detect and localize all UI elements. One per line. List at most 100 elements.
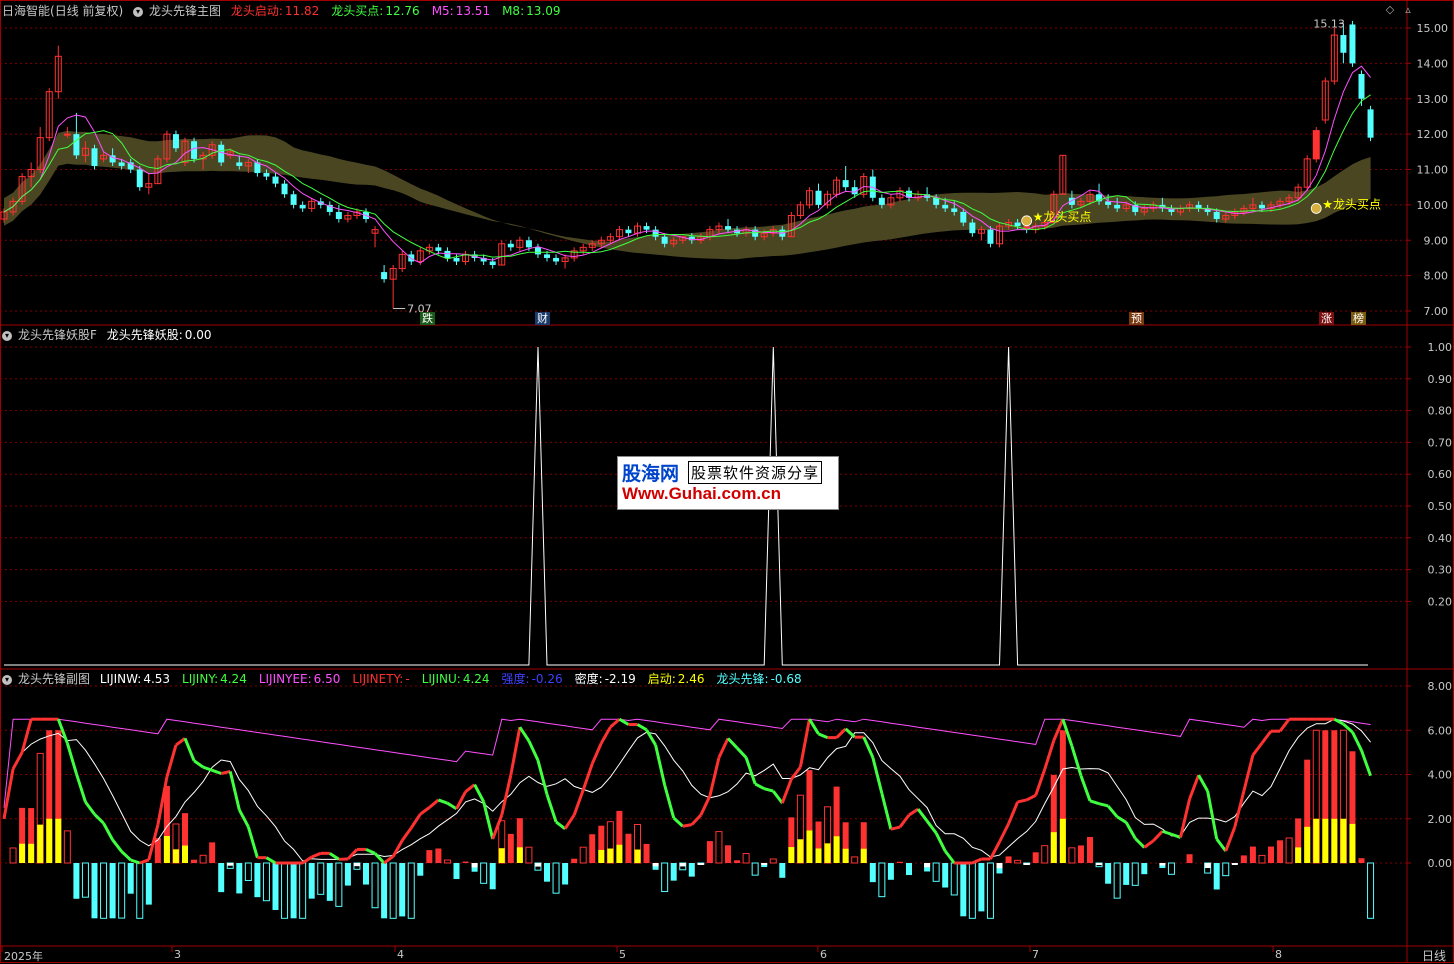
histogram-bar-yellow: [499, 848, 505, 863]
histogram-bar: [1033, 852, 1039, 863]
candle-body: [508, 244, 514, 248]
chart-stage[interactable]: 15.0014.0013.0012.0011.0010.009.008.007.…: [0, 0, 1454, 963]
trend-line-segment: [1135, 838, 1144, 847]
legend-value: -2.19: [605, 672, 636, 686]
legend-item: M5:13.51: [432, 4, 496, 18]
trend-line-segment: [782, 779, 791, 803]
histogram-bar: [372, 863, 378, 908]
histogram-bar: [1223, 863, 1229, 876]
legend-label: LIJINYEE:: [259, 672, 312, 686]
buy-point-icon: [1022, 216, 1032, 226]
trend-line-segment: [556, 822, 565, 829]
histogram-bar: [951, 863, 957, 895]
bottom-indicator-name[interactable]: 龙头先锋副图: [18, 672, 90, 686]
trend-line-segment: [1009, 802, 1018, 824]
histogram-bar: [101, 863, 107, 918]
mid-indicator-name[interactable]: 龙头先锋妖股F: [18, 328, 97, 342]
indicator-menu-icon[interactable]: ▾: [2, 675, 12, 685]
candle-body: [969, 223, 975, 234]
trend-line-segment: [610, 719, 619, 727]
legend-value: 4.24: [220, 672, 247, 686]
legend-item: LIJINYEE:6.50: [259, 672, 347, 686]
candle-body: [236, 162, 242, 166]
histogram-bar: [1006, 856, 1012, 863]
trend-line-segment: [1235, 791, 1244, 827]
histogram-bar: [571, 859, 577, 863]
histogram-bar: [671, 863, 677, 881]
legend-value: 4.53: [143, 672, 170, 686]
histogram-bar-white: [761, 863, 767, 865]
histogram-bar-yellow: [1349, 824, 1355, 863]
trend-line-segment: [1081, 776, 1090, 801]
y-tick-label: 0.20: [1428, 595, 1453, 608]
legend-value: -: [405, 672, 409, 686]
trend-line-segment: [864, 737, 873, 757]
trend-line-segment: [122, 852, 131, 860]
histogram-bar-yellow: [1304, 827, 1310, 863]
trend-line-segment: [248, 827, 257, 858]
candle-body: [119, 162, 125, 166]
y-tick-label: 8.00: [1428, 680, 1453, 693]
event-marker[interactable]: 跌: [420, 312, 435, 325]
histogram-bar: [236, 863, 242, 893]
histogram-bar-yellow: [1322, 819, 1328, 863]
candle-body: [1349, 24, 1355, 63]
histogram-bar-white: [227, 863, 233, 866]
indicator-menu-icon[interactable]: ▾: [133, 7, 143, 17]
event-marker[interactable]: 财: [535, 312, 550, 325]
histogram-bar: [870, 863, 876, 882]
mid-panel-header: ▾ 龙头先锋妖股F 龙头先锋妖股:0.00: [2, 325, 230, 345]
candle-body: [218, 145, 224, 163]
histogram-bar: [644, 844, 650, 863]
trend-line-segment: [819, 734, 828, 738]
histogram-bar: [888, 863, 894, 880]
histogram-bar-yellow: [834, 836, 840, 863]
candle-body: [625, 230, 631, 234]
candle-body: [300, 205, 306, 209]
main-legend: 龙头启动:11.82龙头买点:12.76M5:13.51M8:13.09: [231, 4, 573, 18]
histogram-bar: [336, 863, 342, 906]
event-marker[interactable]: 预: [1129, 312, 1144, 325]
y-tick-label: 9.00: [1424, 234, 1449, 247]
time-label: 2025年: [4, 948, 43, 964]
up-arrow-icon[interactable]: ▵: [1402, 4, 1414, 16]
trend-line-segment: [420, 807, 429, 814]
candle-body: [291, 194, 297, 205]
histogram-bar: [906, 863, 912, 875]
event-marker[interactable]: 榜: [1351, 312, 1366, 325]
trend-line-segment: [791, 767, 800, 779]
histogram-bar: [752, 863, 758, 875]
indicator-menu-icon[interactable]: ▾: [2, 331, 12, 341]
legend-label: LIJINETY:: [352, 672, 403, 686]
histogram-bar: [318, 863, 324, 894]
histogram-bar: [1078, 845, 1084, 863]
bottom-legend: LIJINW:4.53LIJINY:4.24LIJINYEE:6.50LIJIN…: [100, 672, 814, 686]
histogram-bar: [390, 863, 396, 918]
diamond-icon[interactable]: ◇: [1384, 4, 1396, 16]
main-indicator-name[interactable]: 龙头先锋主图: [149, 4, 221, 18]
candle-body: [336, 212, 342, 219]
event-marker[interactable]: 涨: [1319, 312, 1334, 325]
trend-line-segment: [1208, 791, 1217, 839]
legend-label: 启动:: [648, 672, 676, 686]
trend-line-segment: [638, 725, 647, 730]
trend-line-segment: [719, 738, 728, 757]
candle-body: [1015, 223, 1021, 227]
histogram-bar: [1277, 840, 1283, 863]
histogram-bar: [200, 855, 206, 863]
histogram-bar-yellow: [46, 819, 52, 863]
histogram-bar: [942, 863, 948, 888]
candle-body: [1114, 205, 1120, 209]
y-tick-label: 13.00: [1417, 93, 1449, 106]
legend-value: 6.50: [314, 672, 341, 686]
mid-legend: 龙头先锋妖股:0.00: [107, 328, 224, 342]
candle-body: [73, 134, 79, 155]
legend-label: LIJINY:: [182, 672, 218, 686]
candle-body: [490, 261, 496, 265]
candle-body: [263, 173, 269, 177]
trend-line-segment: [565, 815, 574, 829]
period-button[interactable]: 日线: [1422, 947, 1446, 964]
candle-body: [843, 180, 849, 187]
trend-line-segment: [701, 796, 710, 815]
histogram-bar-white: [354, 863, 360, 866]
